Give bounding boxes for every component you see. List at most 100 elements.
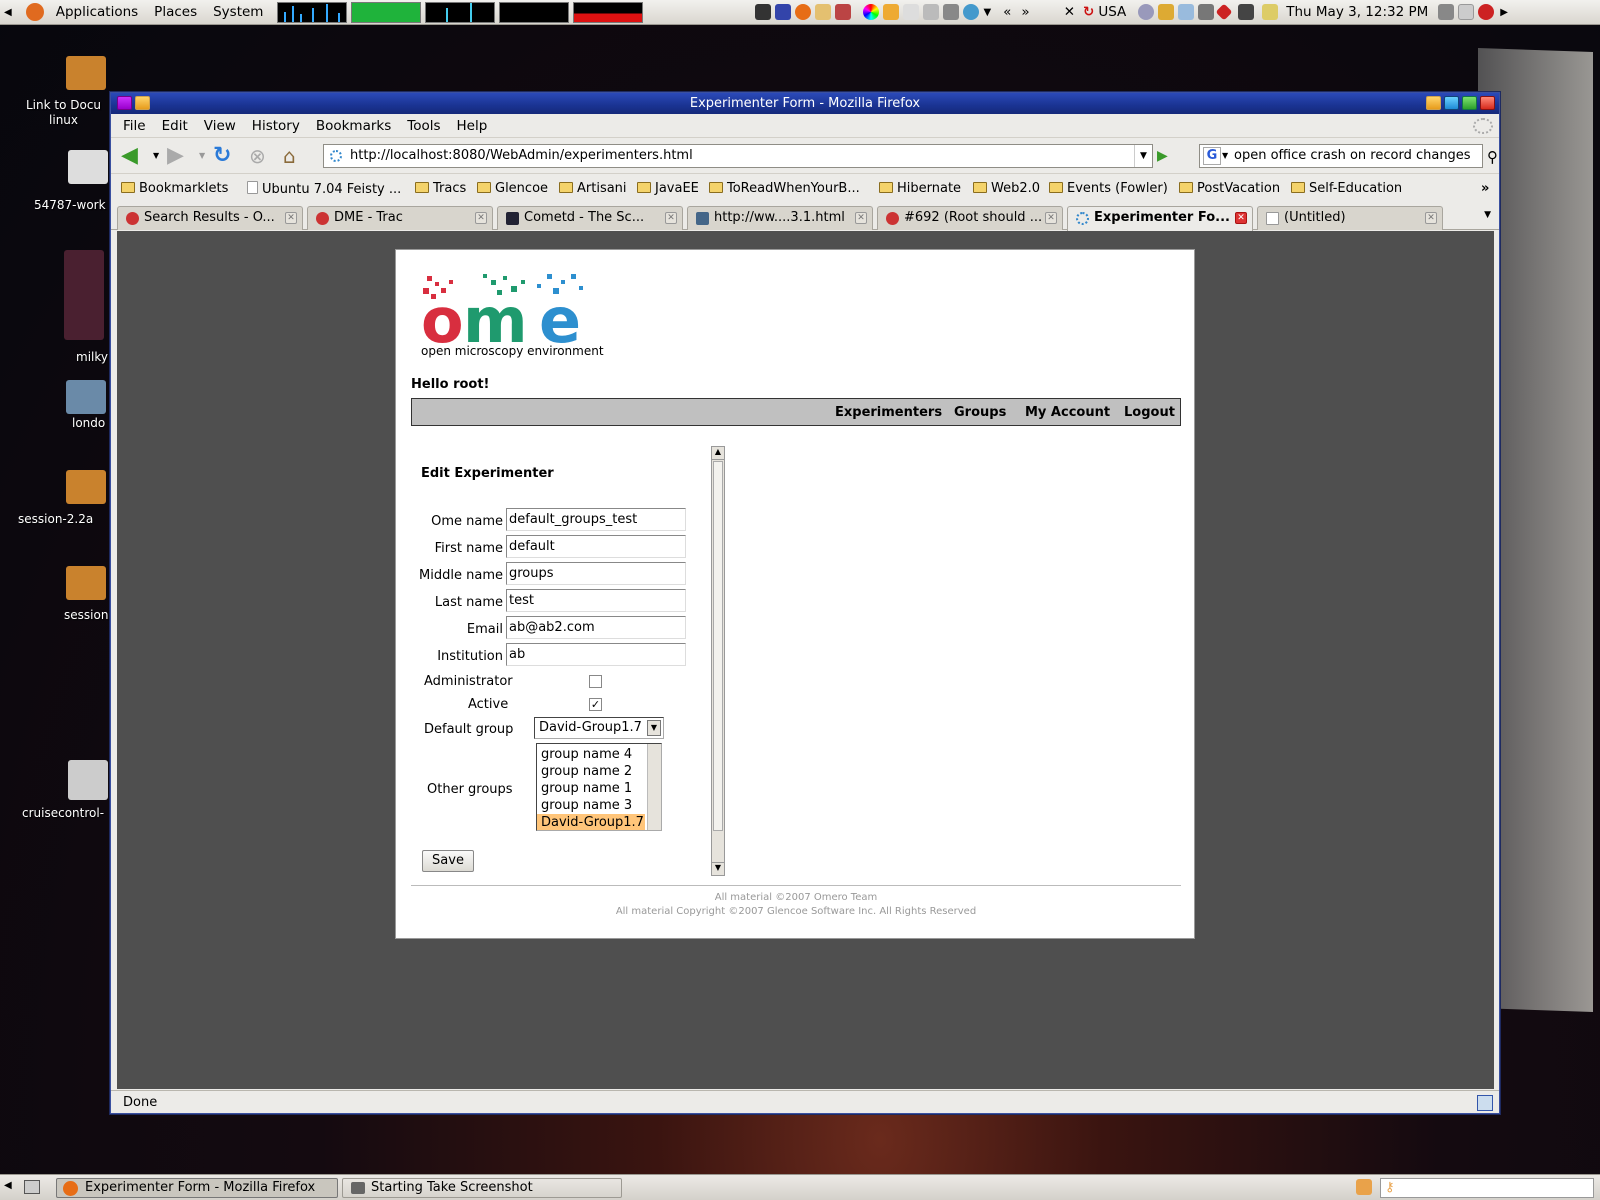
sticky-icon[interactable] — [135, 96, 150, 110]
launcher-dropdown-icon[interactable]: ▼ — [983, 7, 991, 18]
close-tab-icon[interactable]: ✕ — [1235, 212, 1247, 224]
list-item-selected[interactable]: David-Group1.7 — [537, 814, 645, 830]
ome-name-field[interactable]: default_groups_test — [506, 508, 686, 531]
tab-untitled[interactable]: (Untitled) ✕ — [1257, 206, 1443, 230]
menu-file[interactable]: File — [115, 118, 154, 134]
status-connection-icon[interactable] — [1477, 1095, 1493, 1111]
refresh-applet-icon[interactable]: ↻ — [1083, 4, 1094, 20]
stop-icon[interactable]: ⊗ — [249, 145, 273, 167]
home-icon[interactable]: ⌂ — [283, 145, 307, 167]
panel-scroll-right-icon[interactable]: ▶ — [1500, 7, 1508, 18]
bookmark-folder[interactable]: ToReadWhenYourB... — [709, 181, 860, 196]
folder-icon[interactable] — [66, 566, 106, 600]
search-field[interactable]: G ▼ open office crash on record changes — [1199, 144, 1483, 168]
nav-my-account[interactable]: My Account — [1025, 405, 1110, 420]
tab-http-page[interactable]: http://ww....3.1.html ✕ — [687, 206, 873, 230]
image-icon[interactable] — [66, 380, 106, 414]
color-picker-icon[interactable] — [863, 4, 880, 20]
list-item[interactable]: group name 3 — [537, 797, 661, 814]
middle-name-field[interactable]: groups — [506, 562, 686, 585]
bookmark-folder[interactable]: Self-Education — [1291, 181, 1402, 196]
window-titlebar[interactable]: Experimenter Form - Mozilla Firefox — [111, 93, 1499, 114]
list-item[interactable]: group name 1 — [537, 780, 661, 797]
desktop-icon-label[interactable]: milky — [76, 350, 108, 364]
default-group-select[interactable]: David-Group1.7 ▼ — [534, 717, 664, 739]
system-menu[interactable]: System — [209, 4, 267, 20]
camera-icon[interactable] — [943, 4, 960, 20]
bookmark-folder[interactable]: PostVacation — [1179, 181, 1280, 196]
power-icon[interactable] — [1478, 4, 1495, 20]
tab-cometd[interactable]: Cometd - The Sc... ✕ — [497, 206, 683, 230]
clock-applet-icon[interactable] — [1138, 4, 1155, 20]
list-item[interactable]: group name 2 — [537, 763, 661, 780]
menu-history[interactable]: History — [244, 118, 308, 134]
nav-groups[interactable]: Groups — [954, 405, 1006, 420]
menu-help[interactable]: Help — [449, 118, 496, 134]
search-tool-icon[interactable] — [1178, 4, 1195, 20]
dictionary-icon[interactable] — [883, 4, 900, 20]
bookmark-folder[interactable]: Tracs — [415, 181, 466, 196]
people-icon[interactable] — [815, 4, 832, 20]
pidgin-icon[interactable] — [963, 4, 980, 20]
archive-icon[interactable] — [66, 470, 106, 504]
menu-edit[interactable]: Edit — [154, 118, 196, 134]
nav-logout[interactable]: Logout — [1124, 405, 1175, 420]
close-tab-icon[interactable]: ✕ — [855, 212, 867, 224]
bookmark-folder[interactable]: Glencoe — [477, 181, 548, 196]
close-tab-icon[interactable]: ✕ — [475, 212, 487, 224]
firefox-icon[interactable] — [795, 4, 812, 20]
forward-history-dropdown-icon[interactable]: ▼ — [199, 151, 205, 160]
first-name-field[interactable]: default — [506, 535, 686, 558]
nav-experimenters[interactable]: Experimenters — [835, 405, 942, 420]
engine-dropdown-icon[interactable]: ▼ — [1222, 145, 1228, 167]
screenshot-icon[interactable] — [923, 4, 940, 20]
menu-view[interactable]: View — [196, 118, 244, 134]
taskbar-firefox[interactable]: Experimenter Form - Mozilla Firefox — [56, 1178, 338, 1198]
close-tab-icon[interactable]: ✕ — [1045, 212, 1057, 224]
select-dropdown-icon[interactable]: ▼ — [647, 720, 661, 736]
bookmarks-overflow-icon[interactable]: » — [1481, 181, 1489, 196]
minimize-button[interactable] — [1444, 96, 1459, 110]
update-notifier-icon[interactable] — [1356, 1179, 1372, 1195]
search-magnifier-icon[interactable]: ⚲ — [1487, 148, 1511, 170]
other-groups-listbox[interactable]: group name 4 group name 2 group name 1 g… — [536, 743, 662, 831]
save-button[interactable]: Save — [422, 850, 474, 872]
desktop-icon-label[interactable]: cruisecontrol- — [22, 806, 104, 820]
go-button-icon[interactable]: ▶ — [1157, 145, 1181, 167]
network-icon[interactable] — [775, 4, 792, 20]
taskbar-screenshot[interactable]: Starting Take Screenshot — [342, 1178, 622, 1198]
reload-icon[interactable]: ↻ — [213, 145, 237, 167]
listbox-scrollbar[interactable] — [647, 744, 661, 830]
scroll-thumb[interactable] — [713, 461, 723, 831]
tab-ticket-692[interactable]: #692 (Root should ... ✕ — [877, 206, 1063, 230]
tab-dme-trac[interactable]: DME - Trac ✕ — [307, 206, 493, 230]
places-menu[interactable]: Places — [150, 4, 201, 20]
image-thumbnail-icon[interactable] — [64, 250, 104, 340]
bookmark-folder[interactable]: Web2.0 — [973, 181, 1040, 196]
rewind-icon[interactable]: « — [1003, 4, 1011, 20]
maximize-button[interactable] — [1462, 96, 1477, 110]
mail-icon[interactable] — [1458, 4, 1475, 20]
url-field[interactable]: http://localhost:8080/WebAdmin/experimen… — [323, 144, 1153, 168]
scroll-down-icon[interactable]: ▼ — [712, 862, 724, 875]
applications-menu[interactable]: Applications — [52, 4, 142, 20]
back-history-dropdown-icon[interactable]: ▼ — [153, 151, 159, 160]
active-checkbox[interactable]: ✓ — [589, 698, 602, 711]
taskbar-scroll-left-icon[interactable]: ◀ — [4, 1180, 12, 1191]
url-dropdown-icon[interactable]: ▼ — [1134, 145, 1152, 167]
last-name-field[interactable]: test — [506, 589, 686, 612]
back-arrow-icon[interactable]: ◀ — [121, 145, 145, 167]
clock[interactable]: Thu May 3, 12:32 PM — [1286, 4, 1428, 20]
close-tab-icon[interactable]: ✕ — [665, 212, 677, 224]
keyboard-layout[interactable]: USA — [1098, 4, 1126, 20]
administrator-checkbox[interactable] — [589, 675, 602, 688]
terminal-icon[interactable] — [755, 4, 772, 20]
applet-input[interactable]: ⚷ — [1380, 1178, 1594, 1198]
window-menu-icon[interactable] — [117, 96, 132, 110]
forward-icon[interactable]: » — [1021, 4, 1029, 20]
frame-scrollbar[interactable]: ▲ ▼ — [711, 446, 725, 876]
bookmark-folder[interactable]: Hibernate — [879, 181, 961, 196]
close-button[interactable] — [1480, 96, 1495, 110]
close-applet-icon[interactable]: ✕ — [1064, 4, 1075, 20]
bookmark-folder[interactable]: Bookmarklets — [121, 181, 228, 196]
